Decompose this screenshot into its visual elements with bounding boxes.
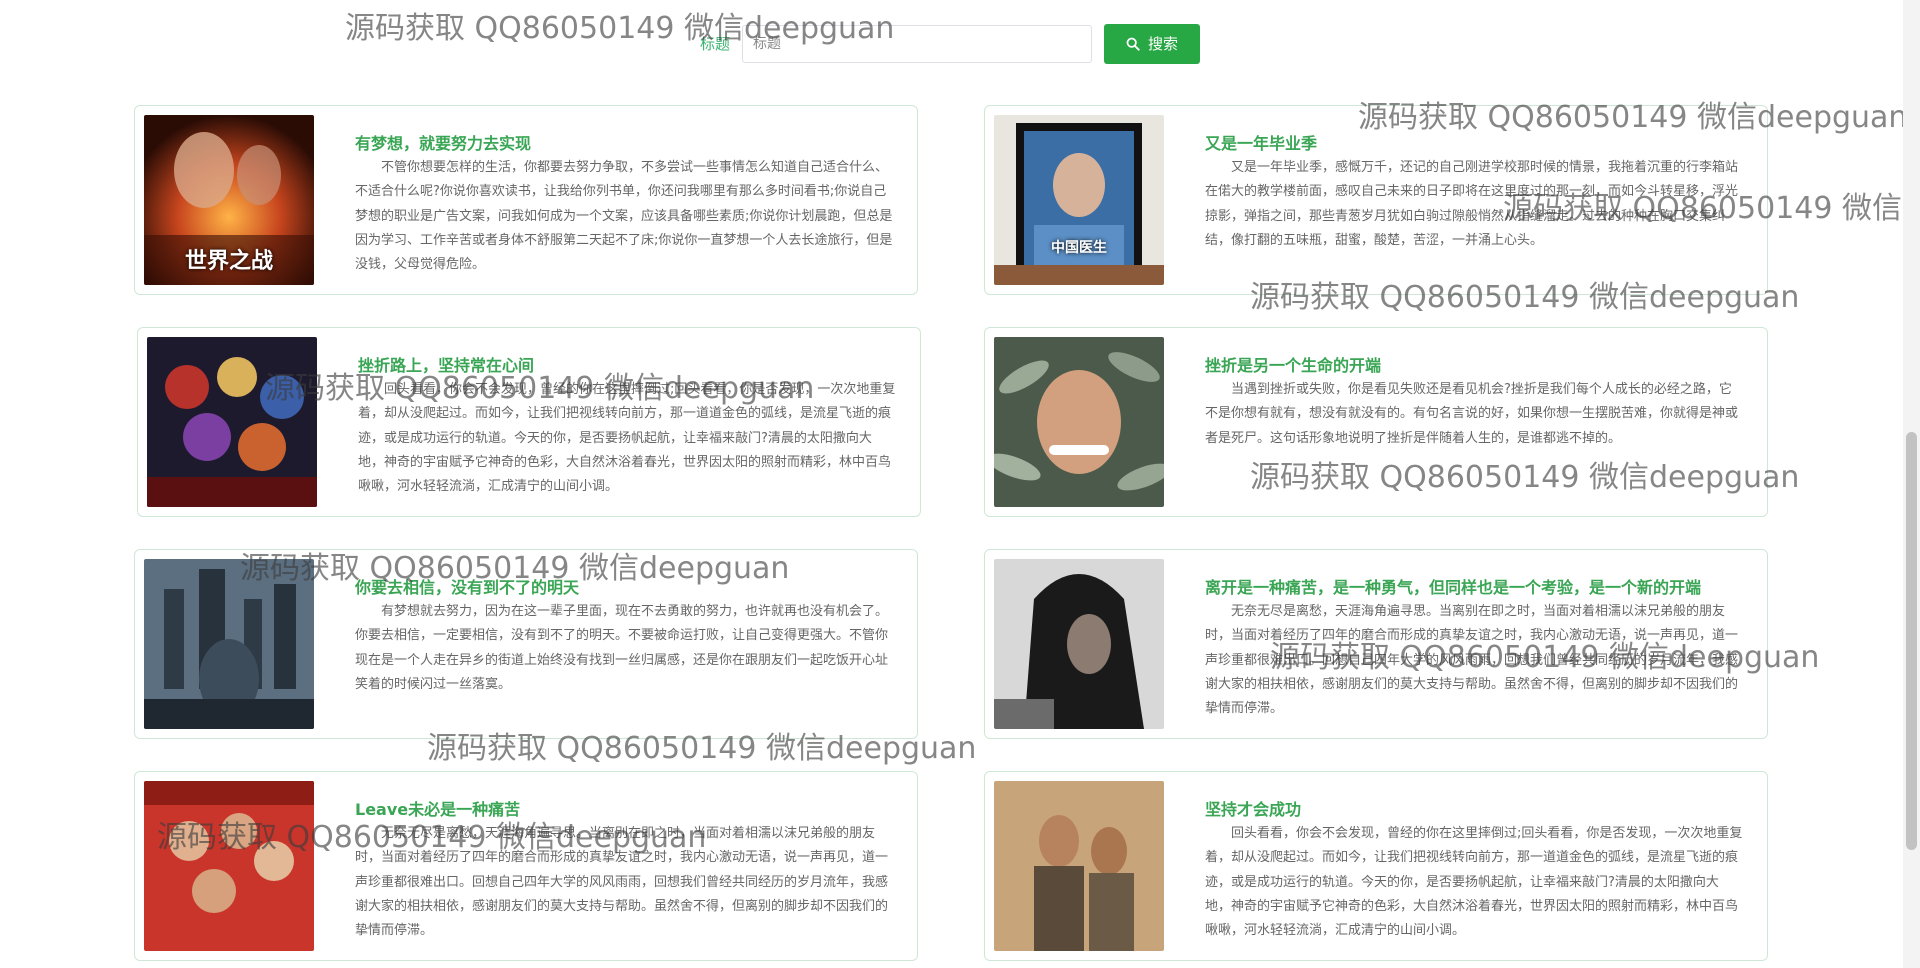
search-button[interactable]: 搜索	[1104, 23, 1201, 64]
article-title[interactable]: 有梦想，就要努力去实现	[355, 130, 897, 154]
poster-caption: 世界之战	[184, 249, 273, 274]
article-summary: 不管你想要怎样的生活，你都要去努力争取，不多尝试一些事情怎么知道自己适合什么、不…	[355, 160, 893, 273]
article-card[interactable]: 中国医生 又是一年毕业季 又是一年毕业季，感慨万千，还记的自己刚进学校那时候的情…	[984, 105, 1768, 295]
article-summary: 无奈无尽是离愁，天涯海角遍寻思。当离别在即之时，当面对着相濡以沫兄弟般的朋友时，…	[355, 826, 889, 939]
search-bar: 标题 搜索	[700, 22, 1201, 65]
article-poster[interactable]	[144, 559, 314, 729]
article-poster[interactable]	[994, 337, 1164, 507]
article-summary: 当遇到挫折或失败，你是看见失败还是看见机会?挫折是我们每个人成长的必经之路，它不…	[1205, 382, 1739, 446]
article-title[interactable]: 挫折路上，坚持常在心间	[358, 352, 900, 376]
article-card[interactable]: 世界之战 有梦想，就要努力去实现 不管你想要怎样的生活，你都要去努力争取，不多尝…	[134, 105, 918, 295]
article-title[interactable]: 又是一年毕业季	[1205, 130, 1747, 154]
article-card[interactable]: 离开是一种痛苦，是一种勇气，但同样也是一个考验，是一个新的开端 无奈无尽是离愁，…	[984, 549, 1768, 739]
scrollbar-track[interactable]	[1903, 0, 1920, 968]
article-summary: 无奈无尽是离愁，天涯海角遍寻思。当离别在即之时，当面对着相濡以沫兄弟般的朋友时，…	[1205, 604, 1739, 717]
article-poster[interactable]	[144, 781, 314, 951]
article-card[interactable]: Leave未必是一种痛苦 无奈无尽是离愁，天涯海角遍寻思。当离别在即之时，当面对…	[134, 771, 918, 961]
article-poster[interactable]	[994, 781, 1164, 951]
article-card[interactable]: 你要去相信，没有到不了的明天 有梦想就去努力，因为在这一辈子里面，现在不去勇敢的…	[134, 549, 918, 739]
article-title[interactable]: Leave未必是一种痛苦	[355, 796, 897, 820]
article-title[interactable]: 坚持才会成功	[1205, 796, 1747, 820]
article-poster[interactable]	[147, 337, 317, 507]
article-summary: 回头看看，你会不会发现，曾经的你在这里摔倒过;回头看看，你是否发现，一次次地重复…	[358, 382, 896, 495]
article-card[interactable]: 挫折是另一个生命的开端 当遇到挫折或失败，你是看见失败还是看见机会?挫折是我们每…	[984, 327, 1768, 517]
search-label: 标题	[700, 35, 731, 53]
scrollbar-thumb[interactable]	[1906, 432, 1917, 850]
search-icon	[1126, 37, 1140, 51]
search-button-label: 搜索	[1148, 35, 1179, 53]
article-card[interactable]: 挫折路上，坚持常在心间 回头看看，你会不会发现，曾经的你在这里摔倒过;回头看看，…	[137, 327, 921, 517]
poster-caption: 中国医生	[1051, 240, 1107, 256]
article-poster[interactable]: 中国医生	[994, 115, 1164, 285]
article-poster[interactable]: 世界之战	[144, 115, 314, 285]
article-card[interactable]: 坚持才会成功 回头看看，你会不会发现，曾经的你在这里摔倒过;回头看看，你是否发现…	[984, 771, 1768, 961]
article-poster[interactable]	[994, 559, 1164, 729]
article-summary: 回头看看，你会不会发现，曾经的你在这里摔倒过;回头看看，你是否发现，一次次地重复…	[1205, 826, 1743, 939]
article-title[interactable]: 挫折是另一个生命的开端	[1205, 352, 1747, 376]
article-title[interactable]: 你要去相信，没有到不了的明天	[355, 574, 897, 598]
article-summary: 又是一年毕业季，感慨万千，还记的自己刚进学校那时候的情景，我拖着沉重的行李箱站在…	[1205, 160, 1739, 248]
article-summary: 有梦想就去努力，因为在这一辈子里面，现在不去勇敢的努力，也许就再也没有机会了。你…	[355, 604, 889, 692]
article-title[interactable]: 离开是一种痛苦，是一种勇气，但同样也是一个考验，是一个新的开端	[1205, 574, 1747, 598]
search-input[interactable]	[742, 24, 1093, 63]
